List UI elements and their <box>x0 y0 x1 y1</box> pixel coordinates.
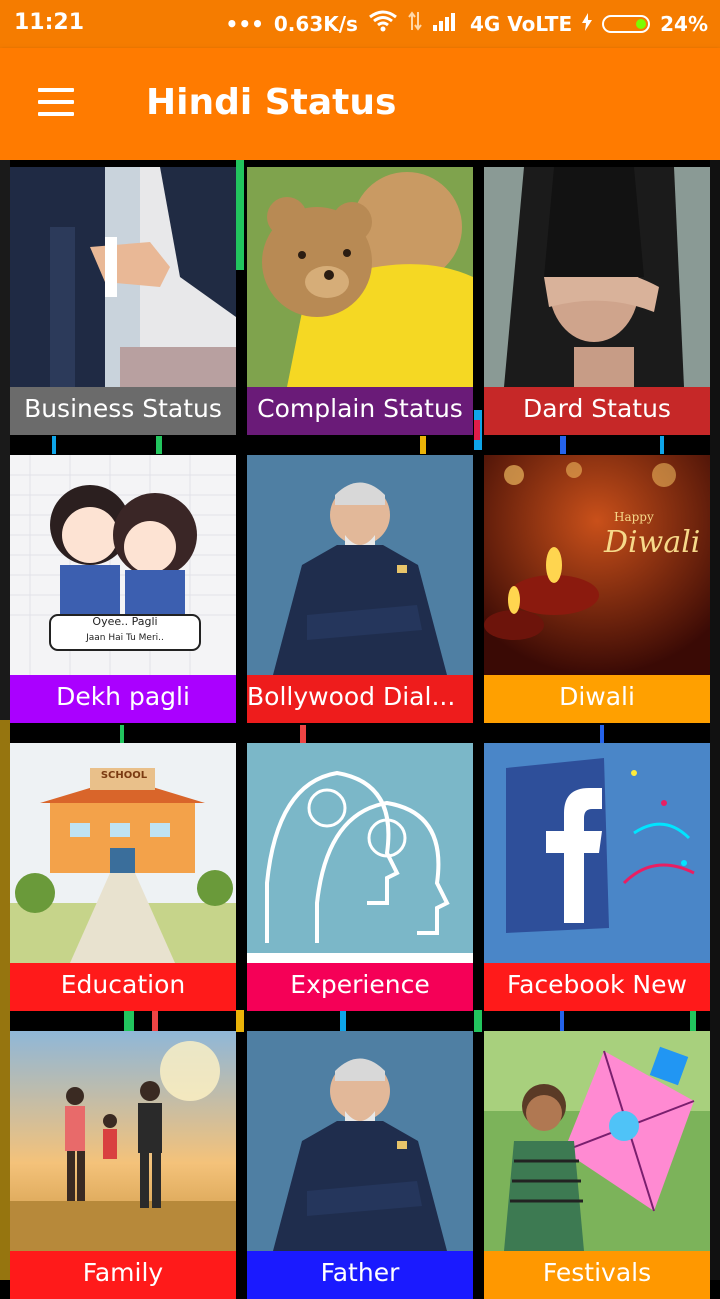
tile-label: Bollywood Dial... <box>247 675 473 723</box>
tile-label: Diwali <box>484 675 710 723</box>
tile-diwali[interactable]: Happy Diwali Diwali <box>484 455 710 723</box>
more-dots-icon: ••• <box>225 11 264 36</box>
status-bar: 11:21 ••• 0.63K/s 4G VoLTE 24% <box>0 0 720 48</box>
battery-icon <box>602 14 651 33</box>
tile-father[interactable]: Father <box>247 1031 473 1299</box>
heads-bulbs-image <box>247 743 473 963</box>
tile-label: Dekh pagli <box>10 675 236 723</box>
tile-family[interactable]: Family <box>10 1031 236 1299</box>
status-time: 11:21 <box>14 10 85 35</box>
tile-label: Dard Status <box>484 387 710 435</box>
battery-percent: 24% <box>660 11 708 36</box>
tile-label: Business Status <box>10 387 236 435</box>
tile-label: Experience <box>247 963 473 1011</box>
image-caption-line2: Jaan Hai Tu Meri.. <box>86 633 164 643</box>
menu-icon[interactable] <box>38 88 74 116</box>
signal-icon <box>432 11 460 36</box>
man-in-suit-image <box>247 455 473 675</box>
tile-business-status[interactable]: Business Status <box>10 167 236 435</box>
sad-girl-image <box>484 167 710 387</box>
school-sign: SCHOOL <box>100 770 148 781</box>
facebook-logo-image <box>484 743 710 963</box>
data-arrows-icon <box>408 10 422 37</box>
network-type: 4G VoLTE <box>469 11 573 36</box>
network-speed: 0.63K/s <box>273 11 358 36</box>
app-toolbar: Hindi Status <box>0 48 720 160</box>
man-in-suit-image <box>247 1031 473 1251</box>
teddy-bear-image <box>247 167 473 387</box>
tile-experience[interactable]: Experience <box>247 743 473 1011</box>
tile-bollywood-dialogues[interactable]: Bollywood Dial... <box>247 455 473 723</box>
tile-education[interactable]: SCHOOL Education <box>10 743 236 1011</box>
handshake-image <box>10 167 236 387</box>
status-indicators: ••• 0.63K/s 4G VoLTE 24% <box>226 10 708 37</box>
tile-label: Festivals <box>484 1251 710 1299</box>
tile-label: Father <box>247 1251 473 1299</box>
tile-label: Facebook New <box>484 963 710 1011</box>
tile-dekh-pagli[interactable]: Oyee.. Pagli Jaan Hai Tu Meri.. Dekh pag… <box>10 455 236 723</box>
tile-label: Education <box>10 963 236 1011</box>
wifi-icon <box>368 10 398 37</box>
tile-complain-status[interactable]: Complain Status <box>247 167 473 435</box>
family-sunset-image <box>10 1031 236 1251</box>
image-caption-line1: Oyee.. Pagli <box>92 615 158 628</box>
diwali-lamps-image <box>484 455 710 675</box>
tile-dard-status[interactable]: Dard Status <box>484 167 710 435</box>
tile-facebook-new[interactable]: Facebook New <box>484 743 710 1011</box>
charging-icon <box>582 12 593 36</box>
boy-with-kite-image <box>484 1031 710 1251</box>
diwali-text-1: Happy <box>614 510 654 524</box>
page-title: Hindi Status <box>146 82 397 123</box>
tile-festivals[interactable]: Festivals <box>484 1031 710 1299</box>
tile-label: Complain Status <box>247 387 473 435</box>
tile-label: Family <box>10 1251 236 1299</box>
diwali-text-2: Diwali <box>604 525 701 560</box>
